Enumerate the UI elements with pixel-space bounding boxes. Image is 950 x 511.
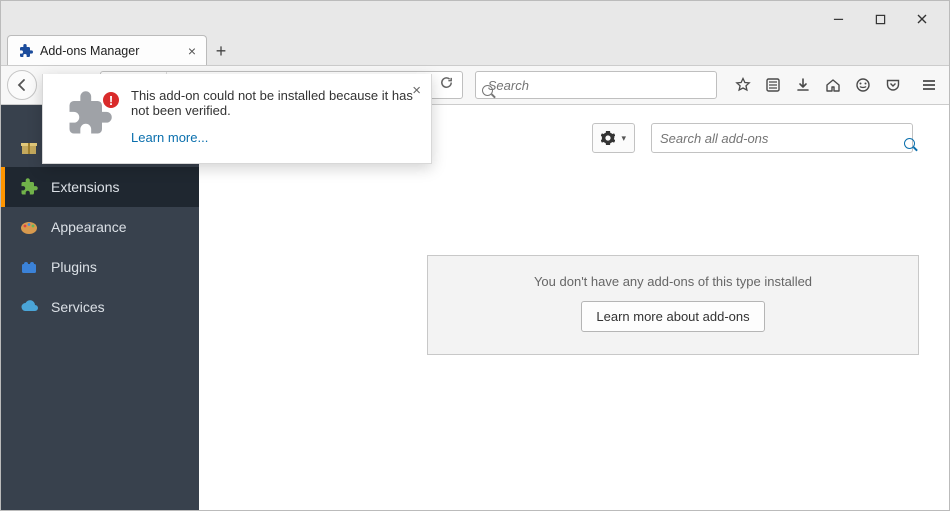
home-icon[interactable] bbox=[819, 71, 847, 99]
popover-close-button[interactable]: × bbox=[412, 82, 421, 99]
library-icon[interactable] bbox=[759, 71, 787, 99]
popover-body: This add-on could not be installed becau… bbox=[131, 88, 415, 145]
cloud-icon bbox=[19, 297, 39, 317]
addon-search-box[interactable] bbox=[651, 123, 913, 153]
window-minimize-button[interactable] bbox=[817, 7, 859, 31]
sidebar-item-plugins[interactable]: Plugins bbox=[1, 247, 199, 287]
sidebar-item-label: Services bbox=[51, 299, 105, 315]
sidebar-item-extensions[interactable]: Extensions bbox=[1, 167, 199, 207]
window-close-button[interactable] bbox=[901, 7, 943, 31]
tab-title: Add-ons Manager bbox=[40, 44, 182, 58]
bookmark-star-icon[interactable] bbox=[729, 71, 757, 99]
sidebar-item-label: Appearance bbox=[51, 219, 127, 235]
downloads-icon[interactable] bbox=[789, 71, 817, 99]
paint-icon bbox=[19, 217, 39, 237]
learn-more-addons-button[interactable]: Learn more about add-ons bbox=[581, 301, 764, 332]
empty-state: You don't have any add-ons of this type … bbox=[427, 255, 919, 355]
alert-badge-icon: ! bbox=[101, 90, 121, 110]
addons-sidebar: Get Add-ons Extensions Appearance Plugin… bbox=[1, 105, 199, 510]
hello-icon[interactable] bbox=[849, 71, 877, 99]
popover-learn-more-link[interactable]: Learn more... bbox=[131, 130, 415, 145]
sidebar-item-appearance[interactable]: Appearance bbox=[1, 207, 199, 247]
back-button[interactable] bbox=[7, 70, 37, 100]
puzzle-icon bbox=[18, 43, 34, 59]
window-maximize-button[interactable] bbox=[859, 7, 901, 31]
tab-close-button[interactable]: × bbox=[188, 43, 196, 59]
gear-icon bbox=[601, 131, 615, 145]
install-error-popover: × ! This add-on could not be installed b… bbox=[42, 74, 432, 164]
pocket-icon[interactable] bbox=[879, 71, 907, 99]
dropdown-caret-icon: ▾ bbox=[621, 133, 626, 144]
app-window: Add-ons Manager × + 〉 Firefox about:addo… bbox=[0, 0, 950, 511]
sidebar-item-label: Extensions bbox=[51, 179, 119, 195]
addons-toolbar: ▾ bbox=[592, 123, 913, 153]
content-area: Get Add-ons Extensions Appearance Plugin… bbox=[1, 105, 949, 510]
gift-icon bbox=[19, 137, 39, 157]
sidebar-item-services[interactable]: Services bbox=[1, 287, 199, 327]
sidebar-item-label: Plugins bbox=[51, 259, 97, 275]
search-bar[interactable] bbox=[475, 71, 717, 99]
popover-message: This add-on could not be installed becau… bbox=[131, 88, 413, 118]
tab-addons-manager[interactable]: Add-ons Manager × bbox=[7, 35, 207, 65]
addons-main: ▾ You don't have any add-ons of this typ… bbox=[199, 105, 949, 510]
addon-search-input[interactable] bbox=[660, 131, 904, 146]
menu-icon[interactable] bbox=[915, 71, 943, 99]
tab-strip: Add-ons Manager × + bbox=[1, 31, 949, 65]
empty-message: You don't have any add-ons of this type … bbox=[448, 274, 898, 289]
search-input[interactable] bbox=[488, 78, 710, 93]
new-tab-button[interactable]: + bbox=[207, 37, 235, 65]
tools-menu-button[interactable]: ▾ bbox=[592, 123, 635, 153]
reload-button[interactable] bbox=[435, 75, 458, 95]
addon-error-icon: ! bbox=[59, 88, 119, 140]
lego-icon bbox=[19, 257, 39, 277]
puzzle-green-icon bbox=[19, 177, 39, 197]
window-titlebar bbox=[1, 1, 949, 31]
toolbar-buttons bbox=[725, 71, 943, 99]
